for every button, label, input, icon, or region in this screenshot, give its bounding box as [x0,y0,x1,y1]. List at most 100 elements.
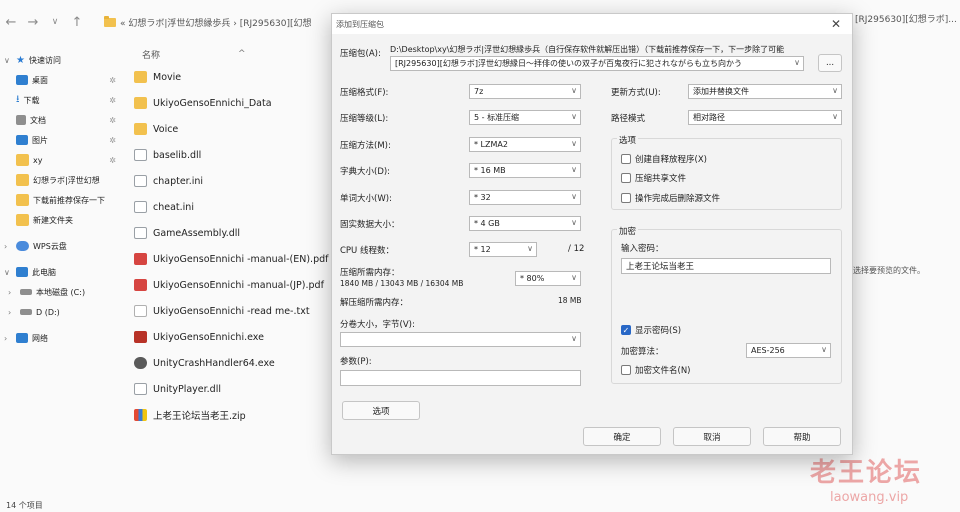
create-sfx-checkbox[interactable]: 创建自释放程序(X) [621,153,707,165]
browse-button[interactable]: ... [818,54,842,72]
file-list-item[interactable]: UnityCrashHandler64.exe [128,350,348,376]
enc-method-select[interactable]: AES-256 ∨ [746,343,831,358]
checkbox-icon [621,154,631,164]
method-label: 压缩方法(M): [340,141,391,151]
file-list-item[interactable]: 上老王论坛当老王.zip [128,402,348,428]
file-list-item[interactable]: UkiyoGensoEnnichi -manual-(EN).pdf [128,246,348,272]
unpack-label: 解压缩所需内存： [340,298,409,308]
mem-detail: 1840 MB / 13043 MB / 16304 MB [340,279,464,288]
pdf-file-icon [134,279,147,291]
folder-icon [134,123,147,135]
folder-icon [16,214,29,226]
sidebar-item-wps-cloud[interactable]: › WPS云盘 [0,236,122,256]
file-name: 上老王论坛当老王.zip [153,411,246,422]
file-list-item[interactable]: UkiyoGensoEnnichi.exe [128,324,348,350]
delete-after-checkbox[interactable]: 操作完成后删除源文件 [621,192,720,204]
encrypt-names-checkbox[interactable]: 加密文件名(N) [621,364,691,376]
shared-files-checkbox[interactable]: 压缩共享文件 [621,172,686,184]
mem-percent-select[interactable]: * 80% ∨ [515,271,581,286]
file-list-item[interactable]: UkiyoGensoEnnichi_Data [128,90,348,116]
sidebar-item-drive-d[interactable]: › D (D:) [0,302,122,322]
ini-file-icon [134,201,147,213]
sidebar-item-folder[interactable]: 幻想ラボ|浮世幻想 [0,170,122,190]
split-label: 分卷大小，字节(V): [340,320,415,330]
file-list-item[interactable]: Movie [128,64,348,90]
txt-file-icon [134,305,147,317]
sidebar-item-new-folder[interactable]: 新建文件夹 [0,210,122,230]
options-button[interactable]: 选项 [342,401,420,420]
method-select[interactable]: * LZMA2 ∨ [469,137,581,152]
cpu-total: / 12 [568,244,585,254]
file-rows: Movie UkiyoGensoEnnichi_Data Voice baselib.… [128,64,348,428]
path-mode-select[interactable]: 相对路径 ∨ [688,110,842,125]
document-icon [16,115,26,125]
ok-button[interactable]: 确定 [583,427,661,446]
column-header-name[interactable]: 名称 ^ [128,44,348,64]
sidebar-item-drive-c[interactable]: › 本地磁盘 (C:) [0,282,122,302]
sidebar-item-quick-access[interactable]: ∨ ★ 快速访问 [0,50,122,70]
checkbox-icon [621,365,631,375]
file-list-item[interactable]: UkiyoGensoEnnichi -manual-(JP).pdf [128,272,348,298]
pdf-file-icon [134,253,147,265]
file-name: UkiyoGensoEnnichi -read me-.txt [153,305,310,317]
file-list-item[interactable]: baselib.dll [128,142,348,168]
level-label: 压缩等级(L): [340,114,389,124]
watermark-url: laowang.vip [830,490,909,505]
password-input[interactable]: 上老王论坛当老王 [621,258,831,274]
file-list-item[interactable]: chapter.ini [128,168,348,194]
close-icon[interactable]: ✕ [828,16,844,32]
dict-select[interactable]: * 16 MB ∨ [469,163,581,178]
pin-icon: ✲ [109,155,116,165]
recent-dropdown-icon[interactable]: ∨ [44,11,66,33]
address-bar[interactable]: « 幻想ラボ|浮世幻想縁歩兵 › [RJ295630][幻想 [104,12,339,32]
up-icon[interactable]: ↑ [66,11,88,33]
file-name: UkiyoGensoEnnichi -manual-(JP).pdf [153,279,324,291]
sidebar-item-downloads[interactable]: ⭳ 下载 ✲ [0,90,122,110]
folder-icon [16,174,29,186]
file-list-item[interactable]: GameAssembly.dll [128,220,348,246]
chevron-down-icon: ∨ [571,218,577,227]
update-select[interactable]: 添加并替换文件 ∨ [688,84,842,99]
folder-icon [16,194,29,206]
sidebar-item-this-pc[interactable]: ∨ 此电脑 [0,262,122,282]
cpu-select[interactable]: * 12 ∨ [469,242,537,257]
back-icon[interactable]: ← [0,11,22,33]
split-size-combo[interactable]: ∨ [340,332,581,347]
chevron-down-icon: ∨ [794,58,800,67]
chevron-down-icon: ∨ [527,244,533,253]
level-select[interactable]: 5 - 标准压缩 ∨ [469,110,581,125]
address-bar-right[interactable]: [RJ295630][幻想ラボ]... [855,12,957,25]
solid-label: 固实数据大小： [340,220,400,230]
file-list-item[interactable]: UkiyoGensoEnnichi -read me-.txt [128,298,348,324]
chevron-down-icon: ∨ [832,86,838,95]
solid-select[interactable]: * 4 GB ∨ [469,216,581,231]
file-name: Voice [153,123,179,135]
help-button[interactable]: 帮助 [763,427,841,446]
forward-icon[interactable]: → [22,11,44,33]
file-list-item[interactable]: Voice [128,116,348,142]
options-group-title: 选项 [617,134,639,146]
word-select[interactable]: * 32 ∨ [469,190,581,205]
cloud-icon [16,241,29,251]
sidebar-item-documents[interactable]: 文档 ✲ [0,110,122,130]
pin-icon: ✲ [109,115,116,125]
file-list-item[interactable]: cheat.ini [128,194,348,220]
sidebar-item-xy[interactable]: xy ✲ [0,150,122,170]
path-mode-label: 路径模式 [611,114,646,124]
status-bar-count: 14 个项目 [6,501,43,510]
dll-file-icon [134,149,147,161]
ini-file-icon [134,175,147,187]
sidebar-item-desktop[interactable]: 桌面 ✲ [0,70,122,90]
sidebar-item-network[interactable]: › 网络 [0,328,122,348]
archive-name-combo[interactable]: [RJ295630][幻想ラボ]浮世幻想縁日～拝俳の使いの双子が百鬼夜行に犯され… [390,56,804,71]
show-password-checkbox[interactable]: ✓ 显示密码(S) [621,324,681,336]
file-list-item[interactable]: UnityPlayer.dll [128,376,348,402]
sidebar-item-folder[interactable]: 下载前推荐保存一下 [0,190,122,210]
format-select[interactable]: 7z ∨ [469,84,581,99]
folder-icon [104,15,116,27]
params-input[interactable] [340,370,581,386]
drive-icon [20,309,32,315]
dialog-title: 添加到压缩包 [332,14,852,34]
sidebar-item-pictures[interactable]: 图片 ✲ [0,130,122,150]
cancel-button[interactable]: 取消 [673,427,751,446]
